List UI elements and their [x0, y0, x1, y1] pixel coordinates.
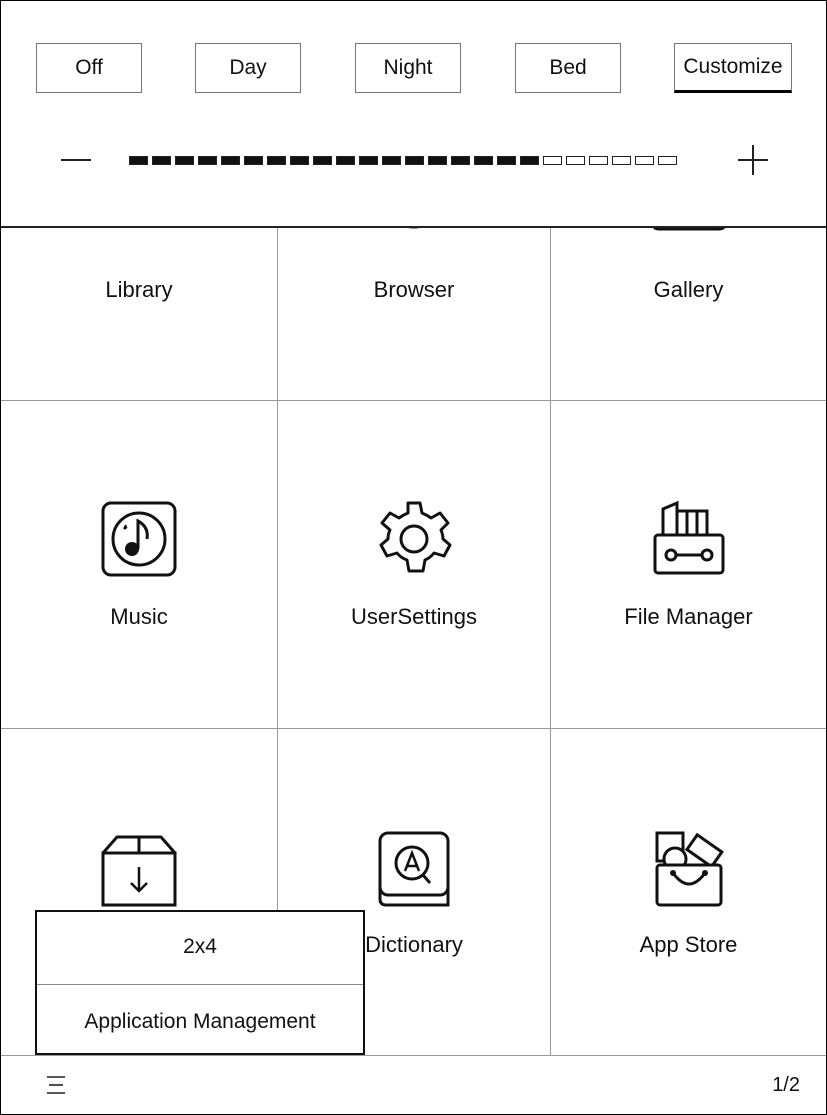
app-appstore[interactable]: App Store — [551, 729, 826, 1055]
brightness-segment[interactable] — [405, 155, 424, 165]
mode-customize-button[interactable]: Customize — [674, 43, 792, 93]
screen: Library Browser Gallery Music UserSettin… — [0, 0, 827, 1115]
brightness-segment[interactable] — [566, 155, 585, 165]
music-note-icon — [101, 501, 177, 577]
app-music[interactable]: Music — [1, 401, 278, 729]
decrease-brightness-button[interactable] — [61, 159, 91, 161]
brightness-segment[interactable] — [543, 155, 562, 165]
mode-day-button[interactable]: Day — [195, 43, 301, 93]
file-manager-icon — [653, 500, 724, 575]
app-label-gallery: Gallery — [653, 277, 724, 302]
brightness-segment[interactable] — [589, 155, 608, 165]
app-label-music: Music — [110, 604, 168, 629]
increase-brightness-icon[interactable] — [752, 145, 754, 175]
download-box-icon — [101, 835, 177, 907]
application-management-option[interactable]: Application Management — [37, 1010, 363, 1034]
app-usersettings[interactable]: UserSettings — [278, 401, 551, 729]
brightness-segment[interactable] — [428, 155, 447, 165]
app-label-usersettings: UserSettings — [351, 604, 477, 629]
app-label-appstore: App Store — [639, 932, 738, 957]
brightness-segment[interactable] — [612, 155, 631, 165]
brightness-segment[interactable] — [520, 155, 539, 165]
brightness-slider[interactable] — [129, 153, 701, 167]
page-indicator: 1/2 — [772, 1074, 800, 1096]
mode-night-button[interactable]: Night — [355, 43, 461, 93]
brightness-segment[interactable] — [497, 155, 516, 165]
brightness-segment[interactable] — [267, 155, 286, 165]
brightness-segment[interactable] — [451, 155, 470, 165]
menu-icon[interactable] — [45, 1074, 67, 1096]
app-filemanager[interactable]: File Manager — [551, 401, 826, 729]
layout-2x4-option[interactable]: 2x4 — [37, 935, 363, 959]
mode-bed-button[interactable]: Bed — [515, 43, 621, 93]
app-label-browser: Browser — [373, 277, 455, 302]
app-label-library: Library — [105, 277, 173, 302]
brightness-segment[interactable] — [129, 155, 148, 165]
brightness-segment[interactable] — [290, 155, 309, 165]
dictionary-icon — [378, 831, 450, 907]
brightness-segment[interactable] — [336, 155, 355, 165]
brightness-segment[interactable] — [658, 155, 677, 165]
brightness-segment[interactable] — [635, 155, 654, 165]
brightness-segment[interactable] — [359, 155, 378, 165]
mode-off-button[interactable]: Off — [36, 43, 142, 93]
brightness-segment[interactable] — [175, 155, 194, 165]
app-label-filemanager: File Manager — [624, 604, 753, 629]
brightness-segment[interactable] — [198, 155, 217, 165]
brightness-segment[interactable] — [474, 155, 493, 165]
app-store-icon — [655, 831, 724, 907]
context-menu: 2x4 Application Management — [35, 910, 365, 1055]
brightness-segment[interactable] — [244, 155, 263, 165]
bottom-bar: 1/2 — [1, 1055, 826, 1114]
front-light-panel: Off Day Night Bed Customize — [1, 1, 826, 228]
brightness-segment[interactable] — [313, 155, 332, 165]
brightness-segment[interactable] — [382, 155, 401, 165]
menu-divider — [37, 984, 363, 985]
brightness-segment[interactable] — [152, 155, 171, 165]
gear-icon — [379, 501, 452, 573]
brightness-segment[interactable] — [221, 155, 240, 165]
